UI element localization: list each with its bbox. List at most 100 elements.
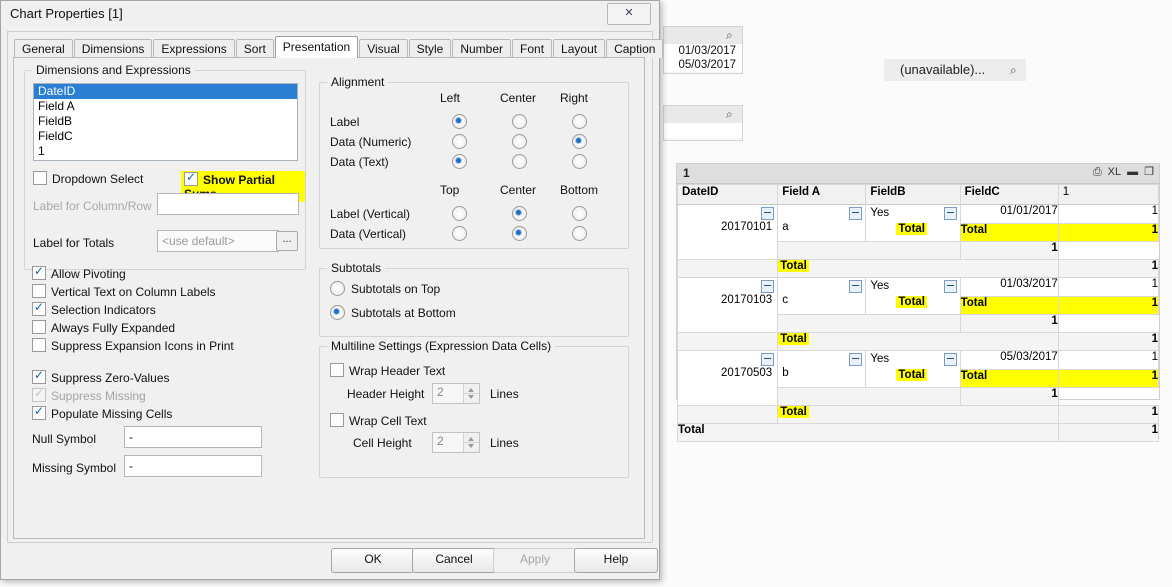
cell-value[interactable]: 1 — [1057, 204, 1160, 224]
cell-field-a[interactable]: c — [777, 277, 867, 315]
radio-label-vertical-center[interactable] — [512, 206, 527, 221]
cell-field-a-total-label[interactable]: Total — [777, 332, 1059, 351]
collapse-icon[interactable] — [943, 207, 957, 220]
listbox-body[interactable] — [664, 123, 742, 138]
tab-bar[interactable]: General Dimensions Expressions Sort Presenta… — [14, 36, 664, 74]
tab-caption[interactable]: Caption — [606, 39, 664, 58]
wrap-header-text-checkbox[interactable]: Wrap Header Text — [330, 363, 445, 378]
column-header-expression[interactable]: 1 — [1057, 184, 1160, 205]
cell-dateid[interactable]: 20170103 — [676, 277, 779, 333]
dimension-list-item[interactable]: Field A — [34, 99, 297, 114]
dimension-list-item[interactable]: DateID — [34, 84, 297, 99]
cell-field-a-total-label[interactable]: Total — [777, 259, 1059, 278]
radio-label-center[interactable] — [512, 114, 527, 129]
cell-field-a[interactable]: b — [777, 350, 867, 388]
cell-field-a-total-value[interactable]: 1 — [1057, 405, 1160, 424]
label-for-totals-input[interactable]: <use default> — [157, 230, 279, 252]
tab-presentation[interactable]: Presentation — [274, 36, 359, 58]
tab-font[interactable]: Font — [512, 39, 553, 58]
cell-fieldc-total-value[interactable]: 1 — [1057, 368, 1160, 388]
tab-expressions[interactable]: Expressions — [153, 39, 235, 58]
cell-fieldc[interactable]: 01/03/2017 — [959, 277, 1059, 297]
dimensions-listbox[interactable]: DateID Field A FieldB FieldC 1 — [33, 83, 298, 161]
option-checkbox-selection-indicators[interactable]: Selection Indicators — [32, 300, 156, 317]
collapse-icon[interactable] — [849, 353, 863, 366]
radio-subtotals-on-top[interactable] — [330, 281, 345, 296]
minimize-icon[interactable]: ▬ — [1127, 166, 1138, 179]
maximize-icon[interactable]: ❐ — [1144, 166, 1154, 179]
collapse-icon[interactable] — [849, 280, 863, 293]
radio-data-text-center[interactable] — [512, 154, 527, 169]
label-for-column-row-input[interactable] — [157, 193, 299, 215]
dimension-list-item[interactable]: 1 — [34, 144, 297, 159]
excel-export-icon[interactable]: XL — [1108, 166, 1121, 179]
cell-field-a-total-label[interactable]: Total — [777, 405, 1059, 424]
chart-properties-dialog[interactable]: Chart Properties [1] ✕ General Dimensions… — [0, 0, 664, 580]
collapse-icon[interactable] — [761, 207, 775, 220]
dimension-list-item[interactable]: FieldC — [34, 129, 297, 144]
label-for-totals-browse-button[interactable]: ... — [276, 231, 298, 251]
pivot-caption-bar[interactable]: 1 ⎙ XL ▬ ❐ — [677, 164, 1159, 184]
radio-data-text-left[interactable] — [452, 154, 467, 169]
option-checkbox-suppress-expansion-icons-in-print[interactable]: Suppress Expansion Icons in Print — [32, 338, 234, 353]
cell-value[interactable]: 1 — [1057, 350, 1160, 370]
print-icon[interactable]: ⎙ — [1093, 166, 1102, 179]
cell-fieldc-total[interactable]: Total — [959, 368, 1059, 388]
cell-fieldb[interactable]: Yes Total — [865, 350, 961, 388]
cell-dateid[interactable]: 20170101 — [676, 204, 779, 260]
column-header-field-a[interactable]: Field A — [777, 184, 867, 205]
column-header-fieldc[interactable]: FieldC — [959, 184, 1059, 205]
cell-value[interactable]: 1 — [1057, 277, 1160, 297]
cell-field-a[interactable]: a — [777, 204, 867, 242]
null-symbol-input[interactable]: - — [124, 426, 262, 448]
radio-data-text-right[interactable] — [572, 154, 587, 169]
cell-height-stepper[interactable]: 2 — [432, 432, 480, 453]
radio-data-numeric-left[interactable] — [452, 134, 467, 149]
option-checkbox-populate-missing-cells[interactable]: Populate Missing Cells — [32, 404, 172, 421]
cell-fieldb[interactable]: Yes Total — [865, 277, 961, 315]
tab-number[interactable]: Number — [452, 39, 512, 58]
help-button[interactable]: Help — [574, 548, 658, 573]
listbox-body[interactable]: 01/03/2017 05/03/2017 — [664, 44, 742, 72]
list-item[interactable]: 01/03/2017 — [664, 44, 742, 58]
dropdown-select-checkbox[interactable]: Dropdown Select — [33, 171, 143, 186]
search-icon[interactable]: ⌕ — [726, 108, 738, 120]
cell-fieldc-total[interactable]: Total — [959, 295, 1059, 315]
cell-fieldb-subtotal-value[interactable]: 1 — [959, 387, 1059, 406]
collapse-icon[interactable] — [849, 207, 863, 220]
cell-fieldc[interactable]: 05/03/2017 — [959, 350, 1059, 370]
tab-layout[interactable]: Layout — [553, 39, 606, 58]
wrap-cell-text-checkbox[interactable]: Wrap Cell Text — [330, 413, 427, 428]
radio-data-numeric-center[interactable] — [512, 134, 527, 149]
dimension-list-item[interactable]: FieldB — [34, 114, 297, 129]
collapse-icon[interactable] — [761, 353, 775, 366]
background-listbox-dates[interactable]: ⌕ 01/03/2017 05/03/2017 — [663, 26, 743, 74]
radio-label-right[interactable] — [572, 114, 587, 129]
cell-field-a-total-value[interactable]: 1 — [1057, 332, 1160, 351]
search-icon[interactable]: ⌕ — [1010, 64, 1022, 76]
column-header-dateid[interactable]: DateID — [676, 184, 779, 205]
tab-visual-cues[interactable]: Visual Cues — [359, 39, 408, 74]
radio-label-left[interactable] — [452, 114, 467, 129]
cell-fieldb[interactable]: Yes Total — [865, 204, 961, 242]
cell-dateid[interactable]: 20170503 — [676, 350, 779, 406]
collapse-icon[interactable] — [943, 280, 957, 293]
tab-general[interactable]: General — [14, 39, 73, 58]
radio-data-vertical-center[interactable] — [512, 226, 527, 241]
radio-data-vertical-top[interactable] — [452, 226, 467, 241]
column-header-fieldb[interactable]: FieldB — [865, 184, 961, 205]
option-checkbox-vertical-text-on-column-labels[interactable]: Vertical Text on Column Labels — [32, 284, 216, 299]
tab-sort[interactable]: Sort — [235, 39, 274, 58]
cell-field-a-total-value[interactable]: 1 — [1057, 259, 1160, 278]
option-checkbox-suppress-zero-values[interactable]: Suppress Zero-Values — [32, 368, 170, 385]
tab-dimensions[interactable]: Dimensions — [73, 39, 153, 58]
pivot-body[interactable]: 20170101 a Yes Total 01/01/2017 1 Total 1 1 Total… — [676, 204, 1160, 442]
unavailable-listbox[interactable]: (unavailable)... ⌕ — [884, 59, 1026, 81]
cell-grand-total-label[interactable]: Total — [677, 423, 1059, 442]
background-listbox-empty[interactable]: ⌕ — [663, 105, 743, 141]
radio-data-vertical-bottom[interactable] — [572, 226, 587, 241]
cell-fieldc[interactable]: 01/01/2017 — [959, 204, 1059, 224]
radio-subtotals-at-bottom[interactable] — [330, 305, 345, 320]
cell-fieldb-subtotal-value[interactable]: 1 — [959, 241, 1059, 260]
pivot-table[interactable]: DateID Field A FieldB FieldC 1 20170101 a… — [676, 184, 1160, 442]
